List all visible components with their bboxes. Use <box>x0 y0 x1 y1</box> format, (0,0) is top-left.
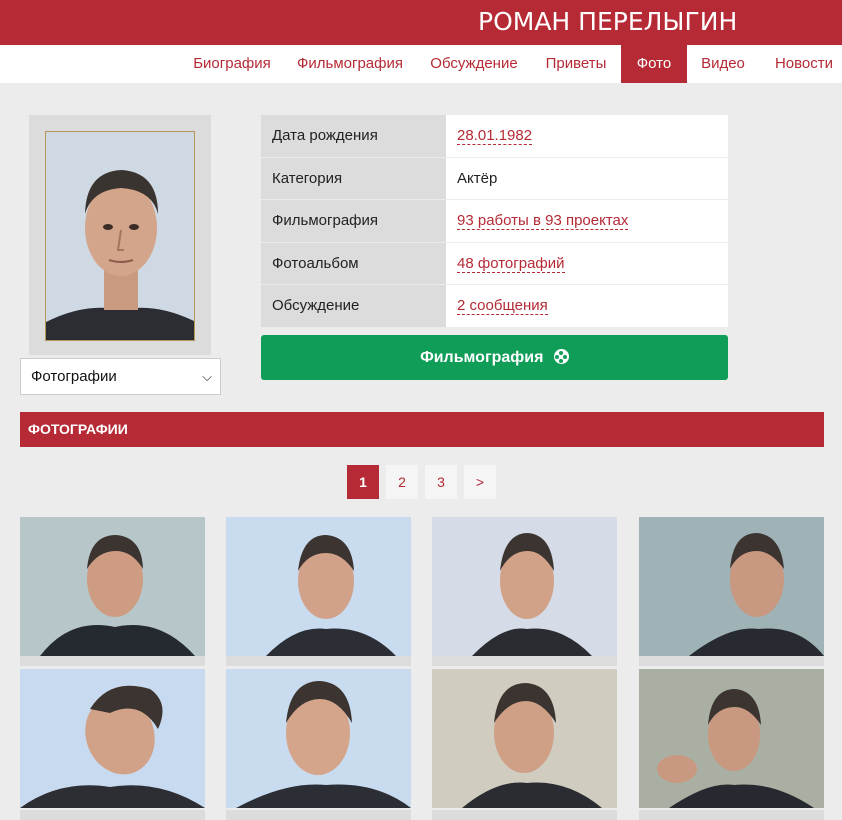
info-table: Дата рождения 28.01.1982 Категория Актёр… <box>261 115 728 328</box>
info-row-filmography: Фильмография 93 работы в 93 проектах <box>261 200 728 243</box>
filmography-button[interactable]: Фильмография <box>261 335 728 380</box>
category-value: Актёр <box>446 157 728 199</box>
nav-item-biography[interactable]: Биография <box>188 45 276 83</box>
nav-item-discussion[interactable]: Обсуждение <box>424 45 524 83</box>
info-row-photoalbum: Фотоальбом 48 фотографий <box>261 242 728 285</box>
info-row-birthdate: Дата рождения 28.01.1982 <box>261 115 728 158</box>
nav-item-photo[interactable]: Фото <box>621 45 687 83</box>
nav-item-filmography[interactable]: Фильмография <box>292 45 408 83</box>
info-label: Обсуждение <box>261 285 446 327</box>
profile-portrait[interactable] <box>45 131 195 341</box>
photo-thumbnail[interactable] <box>432 669 617 820</box>
page-button-3[interactable]: 3 <box>425 465 457 499</box>
filmography-button-label: Фильмография <box>420 349 544 366</box>
page-button-1[interactable]: 1 <box>347 465 379 499</box>
photo-thumbnail[interactable] <box>226 669 411 820</box>
film-reel-icon <box>553 349 569 364</box>
photoalbum-link[interactable]: 48 фотографий <box>457 254 565 273</box>
birthdate-link[interactable]: 28.01.1982 <box>457 127 533 145</box>
filmography-link[interactable]: 93 работы в 93 проектах <box>457 212 629 230</box>
info-row-category: Категория Актёр <box>261 157 728 200</box>
photo-thumbnail[interactable] <box>226 517 411 666</box>
select-value: Фотографии <box>31 368 117 385</box>
profile-photo-frame <box>29 115 211 355</box>
section-header-photos: ФОТОГРАФИИ <box>20 412 824 447</box>
info-label: Фильмография <box>261 200 446 242</box>
page-button-2[interactable]: 2 <box>386 465 418 499</box>
photo-thumbnail[interactable] <box>20 517 205 666</box>
info-row-discussion: Обсуждение 2 сообщения <box>261 285 728 328</box>
photo-category-select[interactable]: Фотографии ⌵ <box>20 358 221 395</box>
site-header: РОМАН ПЕРЕЛЫГИН <box>0 0 842 45</box>
nav-item-news[interactable]: Новости <box>767 45 841 83</box>
page-title: РОМАН ПЕРЕЛЫГИН <box>478 7 738 36</box>
info-label: Фотоальбом <box>261 242 446 284</box>
photo-thumbnail[interactable] <box>20 669 205 820</box>
info-label: Дата рождения <box>261 115 446 157</box>
nav-item-video[interactable]: Видео <box>695 45 751 83</box>
photo-thumbnail[interactable] <box>639 517 824 666</box>
nav-item-greetings[interactable]: Приветы <box>538 45 614 83</box>
chevron-down-icon: ⌵ <box>202 369 212 384</box>
photo-thumbnail[interactable] <box>639 669 824 820</box>
info-label: Категория <box>261 157 446 199</box>
page-next-button[interactable]: > <box>464 465 496 499</box>
main-nav: Биография Фильмография Обсуждение Привет… <box>0 45 842 83</box>
photo-thumbnail[interactable] <box>432 517 617 666</box>
discussion-link[interactable]: 2 сообщения <box>457 297 548 315</box>
